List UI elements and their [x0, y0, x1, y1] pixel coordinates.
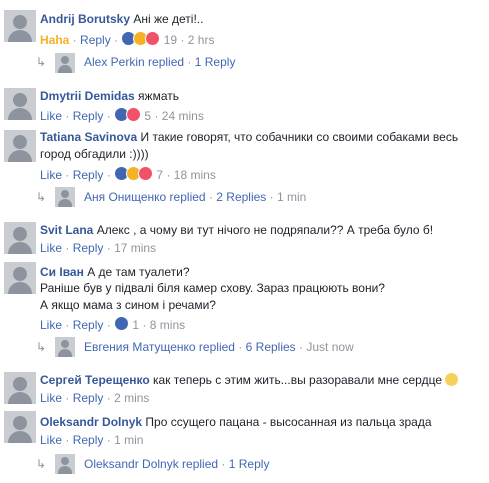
comment-text: как теперь с этим жить...вы разоравали м…: [153, 373, 442, 387]
timestamp[interactable]: 8 mins: [150, 318, 185, 332]
avatar[interactable]: [4, 10, 36, 42]
timestamp[interactable]: 2 mins: [114, 391, 149, 405]
like-button[interactable]: Like: [40, 433, 62, 447]
comment-text: Про ссущего пацана - высосанная из пальц…: [145, 415, 432, 429]
comment-text: И такие говорят, что собачники со своими…: [140, 130, 459, 144]
comment-author[interactable]: Svit Lana: [40, 223, 93, 237]
like-button[interactable]: Like: [40, 168, 62, 182]
like-reaction-icon: [114, 316, 130, 331]
love-reaction-icon: [145, 31, 161, 46]
avatar: [55, 187, 75, 207]
avatar: [55, 337, 75, 357]
view-replies-link[interactable]: Oleksandr Dolnyk replied · 1 Reply: [84, 457, 269, 471]
reply-button[interactable]: Reply: [80, 33, 111, 47]
like-button[interactable]: Like: [40, 241, 62, 255]
love-reaction-icon: [138, 166, 154, 181]
timestamp[interactable]: 17 mins: [114, 241, 156, 255]
comment-text-continued: Раніше був у підвалі біля камер схову. З…: [40, 281, 385, 295]
replies-author: Аня Онищенко replied: [84, 190, 206, 204]
reply-button[interactable]: Reply: [73, 109, 104, 123]
like-button[interactable]: Like: [40, 391, 62, 405]
replies-time: 1 min: [277, 190, 307, 204]
replies-author: Oleksandr Dolnyk replied: [84, 457, 219, 471]
comment-author[interactable]: Andrij Borutsky: [40, 12, 130, 26]
comment-author[interactable]: Сергей Терещенко: [40, 373, 150, 387]
comment-text: яжмать: [138, 89, 179, 103]
avatar[interactable]: [4, 262, 36, 294]
comment-text-continued: А якщо мама з сином і речами?: [40, 298, 216, 312]
reaction-count: 5: [144, 109, 152, 123]
replies-count: 2 Replies: [216, 190, 267, 204]
like-button[interactable]: Like: [40, 318, 62, 332]
comment-author[interactable]: Tatiana Savinova: [40, 130, 137, 144]
avatar: [55, 53, 75, 73]
comment-text: Ані же деті!..: [133, 12, 204, 26]
reply-button[interactable]: Reply: [73, 168, 104, 182]
avatar[interactable]: [4, 222, 36, 254]
avatar[interactable]: [4, 88, 36, 120]
reply-button[interactable]: Reply: [73, 318, 104, 332]
timestamp[interactable]: 2 hrs: [188, 33, 215, 47]
view-replies-link[interactable]: Аня Онищенко replied · 2 Replies · 1 min: [84, 190, 306, 204]
reaction-icons[interactable]: [114, 166, 154, 182]
replies-author: Евгения Матущенко replied: [84, 340, 235, 354]
avatar: [55, 454, 75, 474]
view-replies-link[interactable]: Alex Perkin replied · 1 Reply: [84, 55, 235, 69]
reply-arrow-icon: ↳: [36, 457, 47, 471]
replies-time: Just now: [306, 340, 354, 354]
reaction-icons[interactable]: [114, 107, 142, 123]
replies-count: 6 Replies: [245, 340, 296, 354]
reply-arrow-icon: ↳: [36, 55, 47, 69]
comment-author[interactable]: Си Іван: [40, 265, 84, 279]
like-button[interactable]: Like: [40, 109, 62, 123]
comment-text: Алекс , а чому ви тут нічого не подряпал…: [96, 223, 434, 237]
slightly-smiling-face-icon: [445, 373, 459, 386]
timestamp[interactable]: 1 min: [114, 433, 143, 447]
avatar[interactable]: [4, 411, 36, 443]
replies-count: 1 Reply: [194, 55, 236, 69]
reaction-count: 19: [163, 33, 178, 47]
reply-button[interactable]: Reply: [73, 391, 104, 405]
reply-button[interactable]: Reply: [73, 433, 104, 447]
love-reaction-icon: [126, 107, 142, 122]
reply-arrow-icon: ↳: [36, 190, 47, 204]
replies-author: Alex Perkin replied: [84, 55, 185, 69]
reaction-count: 7: [156, 168, 164, 182]
comment-author[interactable]: Oleksandr Dolnyk: [40, 415, 142, 429]
reply-arrow-icon: ↳: [36, 340, 47, 354]
reaction-icons[interactable]: [121, 31, 161, 47]
reaction-icons[interactable]: [114, 316, 130, 332]
reaction-label[interactable]: Haha: [40, 33, 69, 47]
replies-count: 1 Reply: [228, 457, 270, 471]
reaction-count: 1: [132, 318, 140, 332]
timestamp[interactable]: 24 mins: [162, 109, 204, 123]
avatar[interactable]: [4, 130, 36, 162]
timestamp[interactable]: 18 mins: [174, 168, 216, 182]
avatar[interactable]: [4, 372, 36, 404]
comment-author[interactable]: Dmytrii Demidas: [40, 89, 135, 103]
comment-text-continued: город обгадили :)))): [40, 147, 149, 161]
comment-text: А де там туалети?: [87, 265, 190, 279]
reply-button[interactable]: Reply: [73, 241, 104, 255]
view-replies-link[interactable]: Евгения Матущенко replied · 6 Replies · …: [84, 340, 354, 354]
